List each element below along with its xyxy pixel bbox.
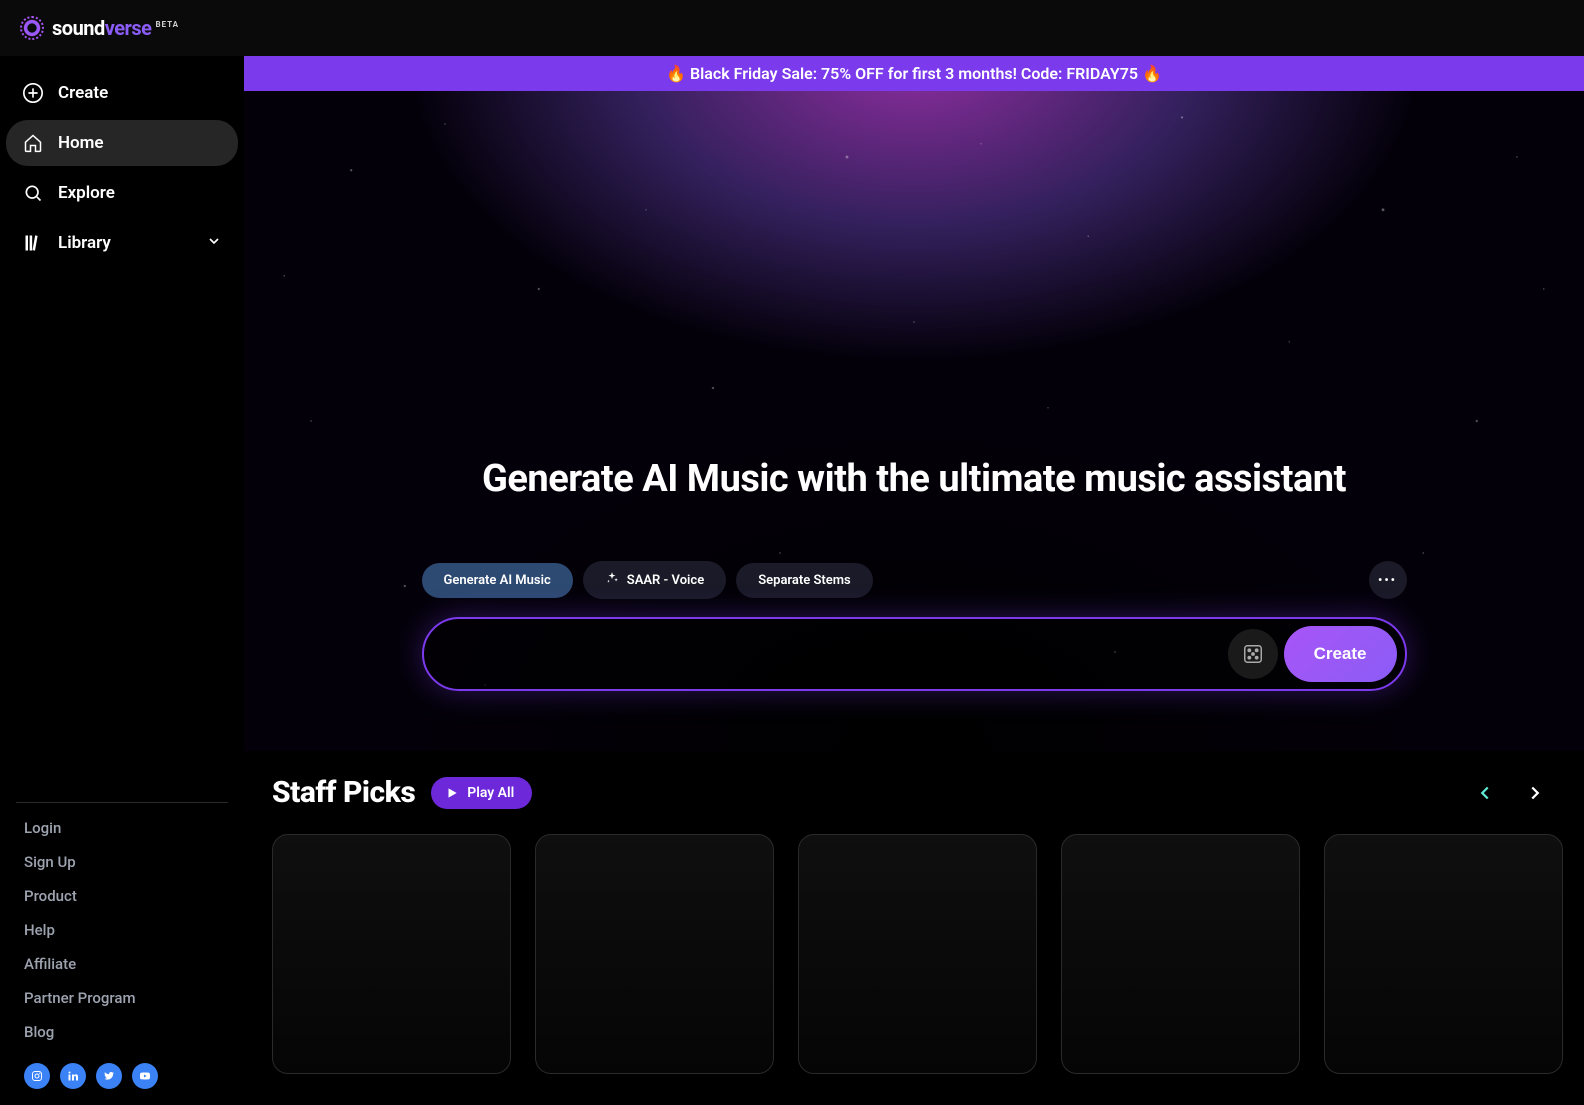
sidebar-link-login[interactable]: Login (6, 811, 238, 845)
sidebar-link-partner[interactable]: Partner Program (6, 981, 238, 1015)
staff-pick-card[interactable] (1324, 834, 1563, 1074)
sidebar-link-affiliate[interactable]: Affiliate (6, 947, 238, 981)
sidebar-item-library[interactable]: Library (6, 220, 238, 266)
social-links (6, 1049, 238, 1093)
linkedin-icon[interactable] (60, 1063, 86, 1089)
sidebar-link-product[interactable]: Product (6, 879, 238, 913)
chip-label: SAAR - Voice (627, 573, 704, 588)
sidebar-item-home[interactable]: Home (6, 120, 238, 166)
staff-pick-card[interactable] (1061, 834, 1300, 1074)
prompt-box: Create (422, 617, 1407, 691)
promo-banner[interactable]: 🔥 Black Friday Sale: 75% OFF for first 3… (244, 56, 1584, 91)
chip-label: Separate Stems (758, 573, 851, 588)
sidebar-link-help[interactable]: Help (6, 913, 238, 947)
create-button[interactable]: Create (1284, 626, 1397, 682)
chip-generate-ai-music[interactable]: Generate AI Music (422, 563, 573, 598)
twitter-icon[interactable] (96, 1063, 122, 1089)
sidebar-item-create[interactable]: Create (6, 70, 238, 116)
chevron-right-icon (1524, 782, 1546, 804)
logo-text-part2: verse (105, 16, 152, 40)
sidebar-divider (16, 802, 228, 803)
logo-text: soundverseBETA (52, 16, 179, 40)
staff-pick-card[interactable] (272, 834, 511, 1074)
sidebar-item-label: Library (58, 233, 111, 253)
play-all-label: Play All (467, 785, 514, 801)
mode-chips: Generate AI Music SAAR - Voice Separate … (422, 561, 1407, 599)
library-icon (22, 232, 44, 254)
logo-beta-badge: BETA (155, 20, 179, 29)
chip-label: Generate AI Music (444, 573, 551, 588)
ellipsis-icon: ••• (1378, 573, 1397, 587)
staff-picks-section: Staff Picks Play All (244, 751, 1584, 1105)
carousel-prev-button[interactable] (1474, 782, 1496, 804)
prompt-input[interactable] (454, 645, 1228, 663)
play-icon (445, 786, 459, 800)
hero-section: Generate AI Music with the ultimate musi… (244, 91, 1584, 751)
carousel-nav (1474, 782, 1556, 804)
play-all-button[interactable]: Play All (431, 777, 532, 809)
sidebar-item-label: Create (58, 83, 108, 103)
sidebar-item-explore[interactable]: Explore (6, 170, 238, 216)
section-header: Staff Picks Play All (272, 775, 1556, 810)
sidebar-item-label: Home (58, 133, 104, 153)
section-title: Staff Picks (272, 775, 415, 810)
dice-icon (1242, 643, 1264, 665)
sidebar-link-signup[interactable]: Sign Up (6, 845, 238, 879)
staff-picks-cards (272, 834, 1556, 1074)
logo-icon (20, 16, 44, 40)
logo-text-part1: sound (52, 16, 105, 40)
topbar: soundverseBETA (0, 0, 1584, 56)
plus-circle-icon (22, 82, 44, 104)
staff-pick-card[interactable] (798, 834, 1037, 1074)
main-content[interactable]: 🔥 Black Friday Sale: 75% OFF for first 3… (244, 56, 1584, 1105)
staff-pick-card[interactable] (535, 834, 774, 1074)
sidebar: Create Home Explore Library Login (0, 56, 244, 1105)
random-prompt-button[interactable] (1228, 629, 1278, 679)
sidebar-item-label: Explore (58, 183, 115, 203)
home-icon (22, 132, 44, 154)
sparkle-icon (605, 571, 619, 589)
instagram-icon[interactable] (24, 1063, 50, 1089)
sidebar-link-blog[interactable]: Blog (6, 1015, 238, 1049)
logo[interactable]: soundverseBETA (20, 16, 179, 40)
chevron-left-icon (1474, 782, 1496, 804)
youtube-icon[interactable] (132, 1063, 158, 1089)
carousel-next-button[interactable] (1524, 782, 1546, 804)
search-icon (22, 182, 44, 204)
more-chips-button[interactable]: ••• (1369, 561, 1407, 599)
hero-title: Generate AI Music with the ultimate musi… (482, 457, 1346, 501)
chevron-down-icon (206, 233, 222, 254)
chip-saar-voice[interactable]: SAAR - Voice (583, 561, 726, 599)
chip-separate-stems[interactable]: Separate Stems (736, 563, 873, 598)
